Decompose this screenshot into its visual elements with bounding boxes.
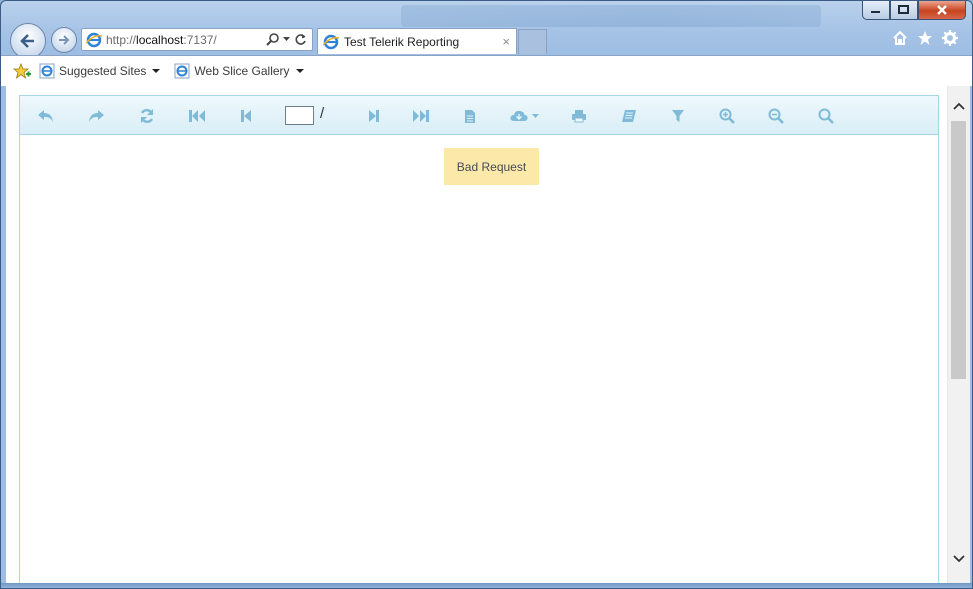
home-icon[interactable]: [892, 30, 908, 46]
page-content: / Bad Request: [6, 86, 947, 583]
print-icon: [572, 110, 586, 123]
document-map-button[interactable]: [460, 106, 480, 126]
new-tab-button[interactable]: [518, 29, 547, 54]
next-page-button[interactable]: [364, 106, 384, 126]
ie-page-icon: [86, 32, 102, 47]
search-button[interactable]: [816, 106, 836, 126]
favorites-item-web-slice-gallery[interactable]: Web Slice Gallery: [174, 63, 304, 79]
zoom-out-button[interactable]: [766, 106, 786, 126]
refresh-report-button[interactable]: [137, 106, 157, 126]
browser-command-icons: [892, 30, 958, 46]
parameters-filter-button[interactable]: [668, 106, 688, 126]
tab-title: Test Telerik Reporting: [344, 34, 460, 49]
close-window-button[interactable]: [918, 1, 966, 20]
favorites-button[interactable]: [13, 62, 31, 80]
ie-page-icon: [323, 34, 339, 49]
page-count-separator: /: [320, 105, 325, 122]
history-back-button[interactable]: [36, 106, 56, 126]
previous-page-button[interactable]: [236, 106, 256, 126]
arrow-left-icon: [20, 34, 34, 48]
chevron-down-icon: [152, 69, 161, 73]
export-icon: [510, 110, 539, 121]
forward-icon: [89, 110, 104, 122]
favorites-item-label: Web Slice Gallery: [194, 64, 290, 78]
print-preview-button[interactable]: [619, 106, 639, 126]
last-page-icon: [413, 110, 429, 122]
report-viewer: / Bad Request: [19, 95, 939, 583]
export-button[interactable]: [508, 106, 542, 126]
refresh-icon[interactable]: [294, 33, 307, 46]
vertical-scrollbar[interactable]: [947, 86, 970, 583]
favorites-item-label: Suggested Sites: [59, 64, 147, 78]
next-page-icon: [369, 110, 379, 122]
zoom-in-icon: [719, 108, 735, 124]
history-forward-button[interactable]: [86, 106, 106, 126]
scroll-up-button[interactable]: [952, 99, 966, 113]
address-bar[interactable]: http://localhost:7137/: [81, 28, 313, 51]
page-number-input[interactable]: [285, 106, 314, 125]
minimize-button[interactable]: [862, 1, 890, 20]
chevron-down-icon: [295, 69, 304, 73]
ie-page-icon: [174, 63, 190, 79]
url-scheme: http://: [106, 32, 137, 47]
zoom-out-icon: [768, 108, 784, 124]
previous-page-icon: [241, 110, 251, 122]
address-url[interactable]: http://localhost:7137/: [106, 33, 217, 47]
favorites-star-icon[interactable]: [917, 30, 933, 46]
url-host: localhost: [136, 32, 184, 47]
favorites-item-suggested-sites[interactable]: Suggested Sites: [39, 63, 161, 79]
close-icon: [937, 5, 947, 15]
window-bottom-frame: [1, 583, 972, 588]
favorites-bar: Suggested Sites Web Slice Gallery: [1, 55, 972, 86]
search-icon[interactable]: [266, 33, 279, 46]
scrollbar-thumb[interactable]: [951, 121, 966, 379]
back-icon: [38, 110, 53, 122]
favorites-star-add-icon: [13, 62, 31, 79]
first-page-icon: [189, 110, 205, 122]
maximize-button[interactable]: [890, 1, 918, 20]
window-controls: [862, 1, 966, 20]
back-button[interactable]: [10, 23, 46, 59]
last-page-button[interactable]: [411, 106, 431, 126]
chevron-up-icon: [953, 102, 965, 110]
ie-page-icon: [39, 63, 55, 79]
first-page-button[interactable]: [187, 106, 207, 126]
forward-button[interactable]: [51, 27, 77, 53]
error-message: Bad Request: [444, 148, 539, 185]
url-port-path: :7137/: [183, 32, 217, 47]
zoom-in-button[interactable]: [717, 106, 737, 126]
background-tabs: [401, 5, 821, 27]
refresh-icon: [140, 109, 154, 123]
report-viewer-toolbar: /: [20, 96, 938, 135]
print-preview-icon: [622, 110, 636, 122]
browser-window: http://localhost:7137/ Test Telerik Repo…: [0, 0, 973, 589]
dropdown-icon[interactable]: [283, 37, 290, 42]
arrow-right-icon: [59, 35, 70, 45]
address-tools: [266, 33, 312, 46]
browser-tab-active[interactable]: Test Telerik Reporting ×: [317, 28, 517, 54]
gear-icon[interactable]: [942, 30, 958, 46]
maximize-icon: [898, 5, 909, 14]
tab-close-button[interactable]: ×: [502, 34, 510, 49]
filter-icon: [672, 110, 684, 122]
document-map-icon: [465, 109, 475, 123]
minimize-icon: [871, 11, 880, 13]
chevron-down-icon: [953, 555, 965, 563]
print-button[interactable]: [569, 106, 589, 126]
search-icon: [818, 108, 834, 124]
scroll-down-button[interactable]: [952, 552, 966, 566]
